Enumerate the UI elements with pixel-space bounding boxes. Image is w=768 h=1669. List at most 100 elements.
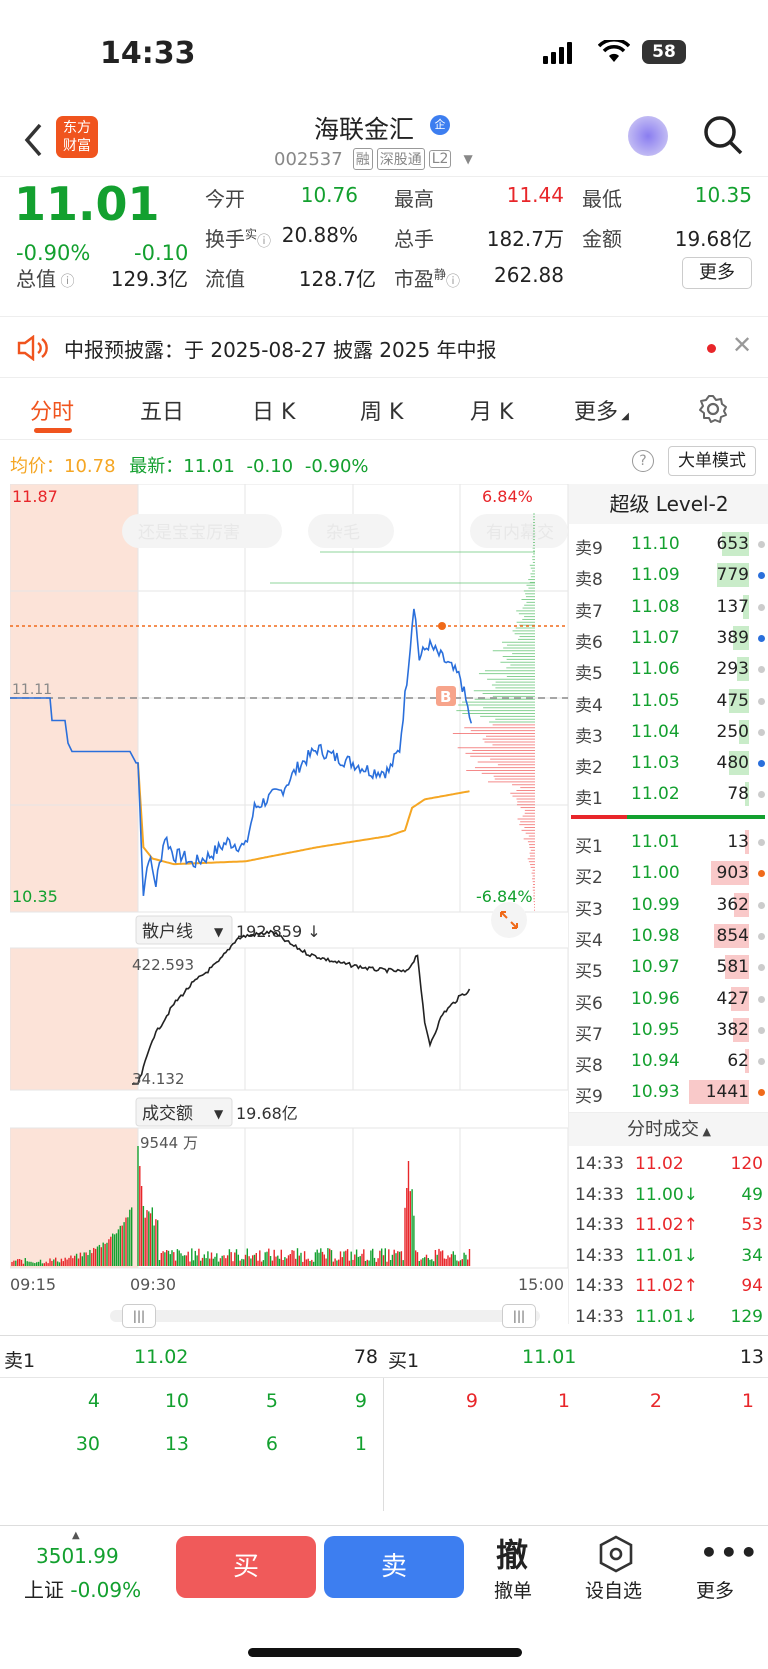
bid-row[interactable]: 买9 10.93 1441 <box>569 1076 768 1107</box>
notice-text: 中报预披露：于 2025-08-27 披露 2025 年中报 <box>64 338 497 362</box>
chevron-up-icon: ▲ <box>699 1125 711 1138</box>
ask-row[interactable]: 卖8 11.09 779 <box>569 559 768 590</box>
assistant-avatar[interactable] <box>628 116 668 156</box>
level-label: 卖5 <box>575 664 603 685</box>
bid-row[interactable]: 买1 11.01 13 <box>569 826 768 857</box>
index-line[interactable]: 上证 -0.09% <box>24 1574 141 1603</box>
tab-more-label: 更多 <box>574 400 619 425</box>
level-volume: 480 <box>716 753 749 774</box>
ask-row[interactable]: 卖4 11.05 475 <box>569 685 768 716</box>
more-button[interactable]: 更多 <box>682 257 752 289</box>
status-dot <box>758 791 765 799</box>
ask-row[interactable]: 卖7 11.08 137 <box>569 591 768 622</box>
indicator1-top: 422.593 <box>132 956 194 974</box>
bid-row[interactable]: 买5 10.97 581 <box>569 951 768 982</box>
level-price: 10.93 <box>631 1082 680 1103</box>
bid-row[interactable]: 买2 11.00 903 <box>569 857 768 888</box>
logo-line1: 东方 <box>63 120 91 136</box>
cancel-order-label[interactable]: 撤单 <box>494 1576 532 1603</box>
info-icon[interactable]: ⓘ <box>257 234 271 250</box>
bid-row[interactable]: 买6 10.96 427 <box>569 983 768 1014</box>
range-slider-track[interactable] <box>110 1310 540 1322</box>
level-price: 11.03 <box>631 753 680 774</box>
level-volume: 427 <box>716 988 749 1009</box>
more-label[interactable]: 更多 <box>696 1576 734 1603</box>
bid1-label: 买1 <box>388 1350 420 1372</box>
search-icon[interactable] <box>702 114 744 158</box>
level-price: 11.07 <box>631 627 680 648</box>
level-volume: 653 <box>716 534 749 554</box>
active-tab-indicator <box>34 428 72 433</box>
back-icon[interactable] <box>22 120 46 160</box>
settings-icon[interactable] <box>698 394 728 424</box>
value-open: 10.76 <box>300 183 358 207</box>
big-order-mode-button[interactable]: 大单模式 <box>668 446 756 476</box>
caret-up-icon: ▲ <box>72 1530 80 1541</box>
trade-volume: 94 <box>741 1276 763 1296</box>
hexagon-icon[interactable] <box>596 1534 636 1574</box>
expand-button[interactable] <box>491 902 527 938</box>
label-turnover: 换手实ⓘ <box>205 223 271 252</box>
info-icon[interactable]: ⓘ <box>56 274 74 290</box>
level-price: 10.94 <box>631 1051 680 1072</box>
tab-monthly-k[interactable]: 月 K <box>470 394 513 426</box>
bid-row[interactable]: 买7 10.95 382 <box>569 1014 768 1045</box>
tab-intraday[interactable]: 分时 <box>30 394 74 426</box>
level-price: 11.08 <box>631 596 680 617</box>
status-dot <box>758 603 765 611</box>
label-mktcap: 总值 ⓘ <box>16 263 74 292</box>
indicator1-bottom: 34.132 <box>132 1070 185 1088</box>
level-price: 11.05 <box>631 690 680 711</box>
trade-time: 14:33 <box>575 1245 624 1266</box>
tag-l2: L2 <box>428 150 452 168</box>
range-handle-right[interactable]: ||| <box>502 1304 536 1328</box>
add-watchlist-label[interactable]: 设自选 <box>585 1576 642 1603</box>
bid-row[interactable]: 买3 10.99 362 <box>569 889 768 920</box>
level-label: 买4 <box>575 930 603 951</box>
level-volume: 250 <box>716 721 749 742</box>
stock-code-row[interactable]: 002537 融 深股通 L2 ▼ <box>274 148 473 170</box>
ask-row[interactable]: 卖5 11.06 293 <box>569 653 768 684</box>
ask-row[interactable]: 卖3 11.04 250 <box>569 716 768 747</box>
tab-weekly-k[interactable]: 周 K <box>360 394 403 426</box>
ask1-volume: 78 <box>353 1346 378 1368</box>
tab-5day[interactable]: 五日 <box>140 394 184 426</box>
level-volume: 854 <box>716 925 749 946</box>
level-label: 买2 <box>575 868 603 889</box>
trade-volume: 120 <box>730 1154 763 1174</box>
index-value[interactable]: 3501.99 <box>36 1544 119 1568</box>
tab-more[interactable]: 更多 ◢ <box>574 394 629 426</box>
bid-row[interactable]: 买8 10.94 62 <box>569 1045 768 1076</box>
indicator2-top: 9544 万 <box>140 1134 198 1152</box>
last-value: 11.01 <box>183 456 235 477</box>
close-icon[interactable]: ✕ <box>732 331 752 359</box>
ask-row[interactable]: 卖6 11.07 389 <box>569 622 768 653</box>
value-amount: 19.68亿 <box>674 227 752 251</box>
cancel-icon[interactable]: 撤 <box>496 1530 528 1576</box>
help-icon[interactable]: ? <box>632 450 654 472</box>
intraday-chart[interactable]: 还是宝宝厉害 杂毛 有内幕交 B 11.87 10.35 11.11 6.84%… <box>10 484 568 1304</box>
value-volume: 182.7万 <box>486 227 564 251</box>
level-volume: 581 <box>716 957 749 978</box>
more-dots-icon[interactable]: ••• <box>700 1536 760 1569</box>
buy-button[interactable]: 买 <box>176 1536 316 1598</box>
info-icon[interactable]: ⓘ <box>446 274 460 290</box>
label-high: 最高 <box>394 187 434 211</box>
app-logo: 东方 财富 <box>56 116 98 158</box>
level-volume: 13 <box>727 832 749 852</box>
pe-sup: 静 <box>434 267 447 282</box>
range-handle-left[interactable]: ||| <box>122 1304 156 1328</box>
bid-row[interactable]: 买4 10.98 854 <box>569 920 768 951</box>
watermark-3: 有内幕交 <box>486 523 554 543</box>
tab-daily-k[interactable]: 日 K <box>252 394 295 426</box>
ask-row[interactable]: 卖2 11.03 480 <box>569 747 768 778</box>
trades-header[interactable]: 分时成交 ▲ <box>569 1112 768 1146</box>
ask-queue-cell: 6 <box>265 1433 278 1455</box>
notice-bar[interactable]: 中报预披露：于 2025-08-27 披露 2025 年中报 ✕ <box>0 316 768 378</box>
level-price: 11.09 <box>631 565 680 586</box>
trade-time: 14:33 <box>575 1306 624 1327</box>
tag-margin: 融 <box>352 148 373 170</box>
sell-button[interactable]: 卖 <box>324 1536 464 1598</box>
ask-row[interactable]: 卖1 11.02 78 <box>569 778 768 809</box>
ask-row[interactable]: 卖9 11.10 653 <box>569 528 768 559</box>
